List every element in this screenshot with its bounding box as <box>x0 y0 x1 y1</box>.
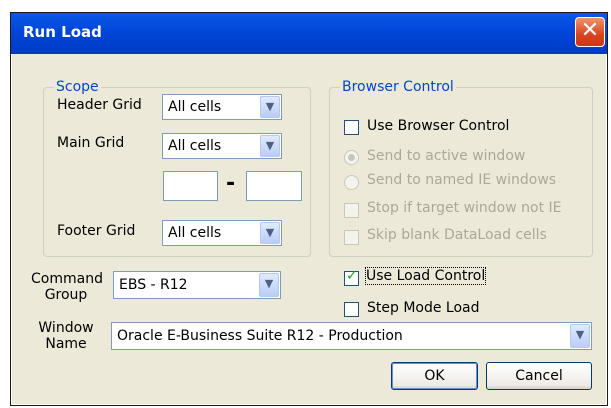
main-grid-value: All cells <box>168 138 222 154</box>
chevron-down-icon[interactable]: ▼ <box>260 135 280 157</box>
command-group-select[interactable]: EBS - R12 ▼ <box>113 271 281 299</box>
cancel-button[interactable]: Cancel <box>486 362 592 390</box>
use-browser-control-label: Use Browser Control <box>367 118 510 134</box>
title-bar[interactable]: Run Load ✕ <box>11 13 607 54</box>
chevron-down-icon[interactable]: ▼ <box>570 324 590 348</box>
send-named-label: Send to named IE windows <box>367 172 557 188</box>
send-active-radio[interactable] <box>344 150 359 165</box>
ok-button[interactable]: OK <box>391 362 478 390</box>
browser-control-legend: Browser Control <box>342 79 454 95</box>
scope-legend: Scope <box>56 79 99 95</box>
main-grid-label: Main Grid <box>57 135 125 151</box>
command-group-label: Command Group <box>31 271 103 303</box>
step-mode-load-checkbox[interactable] <box>344 302 359 317</box>
close-icon: ✕ <box>580 18 600 43</box>
send-active-label: Send to active window <box>367 148 526 164</box>
window-name-value: Oracle E-Business Suite R12 - Production <box>117 328 403 344</box>
close-button[interactable]: ✕ <box>575 17 605 47</box>
window-title: Run Load <box>23 23 102 41</box>
send-named-radio[interactable] <box>344 175 359 190</box>
range-from-input[interactable] <box>163 171 218 201</box>
main-grid-select[interactable]: All cells ▼ <box>162 133 282 159</box>
footer-grid-label: Footer Grid <box>57 223 136 239</box>
window-name-select[interactable]: Oracle E-Business Suite R12 - Production… <box>111 322 592 350</box>
chevron-down-icon[interactable]: ▼ <box>260 96 280 118</box>
step-mode-load-label: Step Mode Load <box>367 300 480 316</box>
header-grid-label: Header Grid <box>57 97 142 113</box>
run-load-dialog: Run Load ✕ Scope Header Grid All cells ▼… <box>10 12 608 406</box>
stop-if-not-ie-checkbox[interactable] <box>344 203 359 218</box>
use-load-control-label: Use Load Control <box>364 267 487 285</box>
use-load-control-checkbox[interactable]: ✓ <box>344 268 359 286</box>
checkmark-icon: ✓ <box>346 268 358 284</box>
footer-grid-value: All cells <box>168 225 222 241</box>
stop-if-not-ie-label: Stop if target window not IE <box>367 200 562 216</box>
chevron-down-icon[interactable]: ▼ <box>259 273 279 297</box>
footer-grid-select[interactable]: All cells ▼ <box>162 220 282 246</box>
dialog-body: Scope Header Grid All cells ▼ Main Grid … <box>12 54 606 404</box>
header-grid-select[interactable]: All cells ▼ <box>162 94 282 120</box>
header-grid-value: All cells <box>168 99 222 115</box>
window-name-label: Window Name <box>38 320 94 352</box>
skip-blank-label: Skip blank DataLoad cells <box>367 227 547 243</box>
command-group-value: EBS - R12 <box>119 277 188 293</box>
use-browser-control-checkbox[interactable] <box>344 120 359 135</box>
chevron-down-icon[interactable]: ▼ <box>260 222 280 244</box>
range-to-input[interactable] <box>246 171 302 201</box>
skip-blank-checkbox[interactable] <box>344 230 359 245</box>
range-separator: - <box>226 171 236 196</box>
